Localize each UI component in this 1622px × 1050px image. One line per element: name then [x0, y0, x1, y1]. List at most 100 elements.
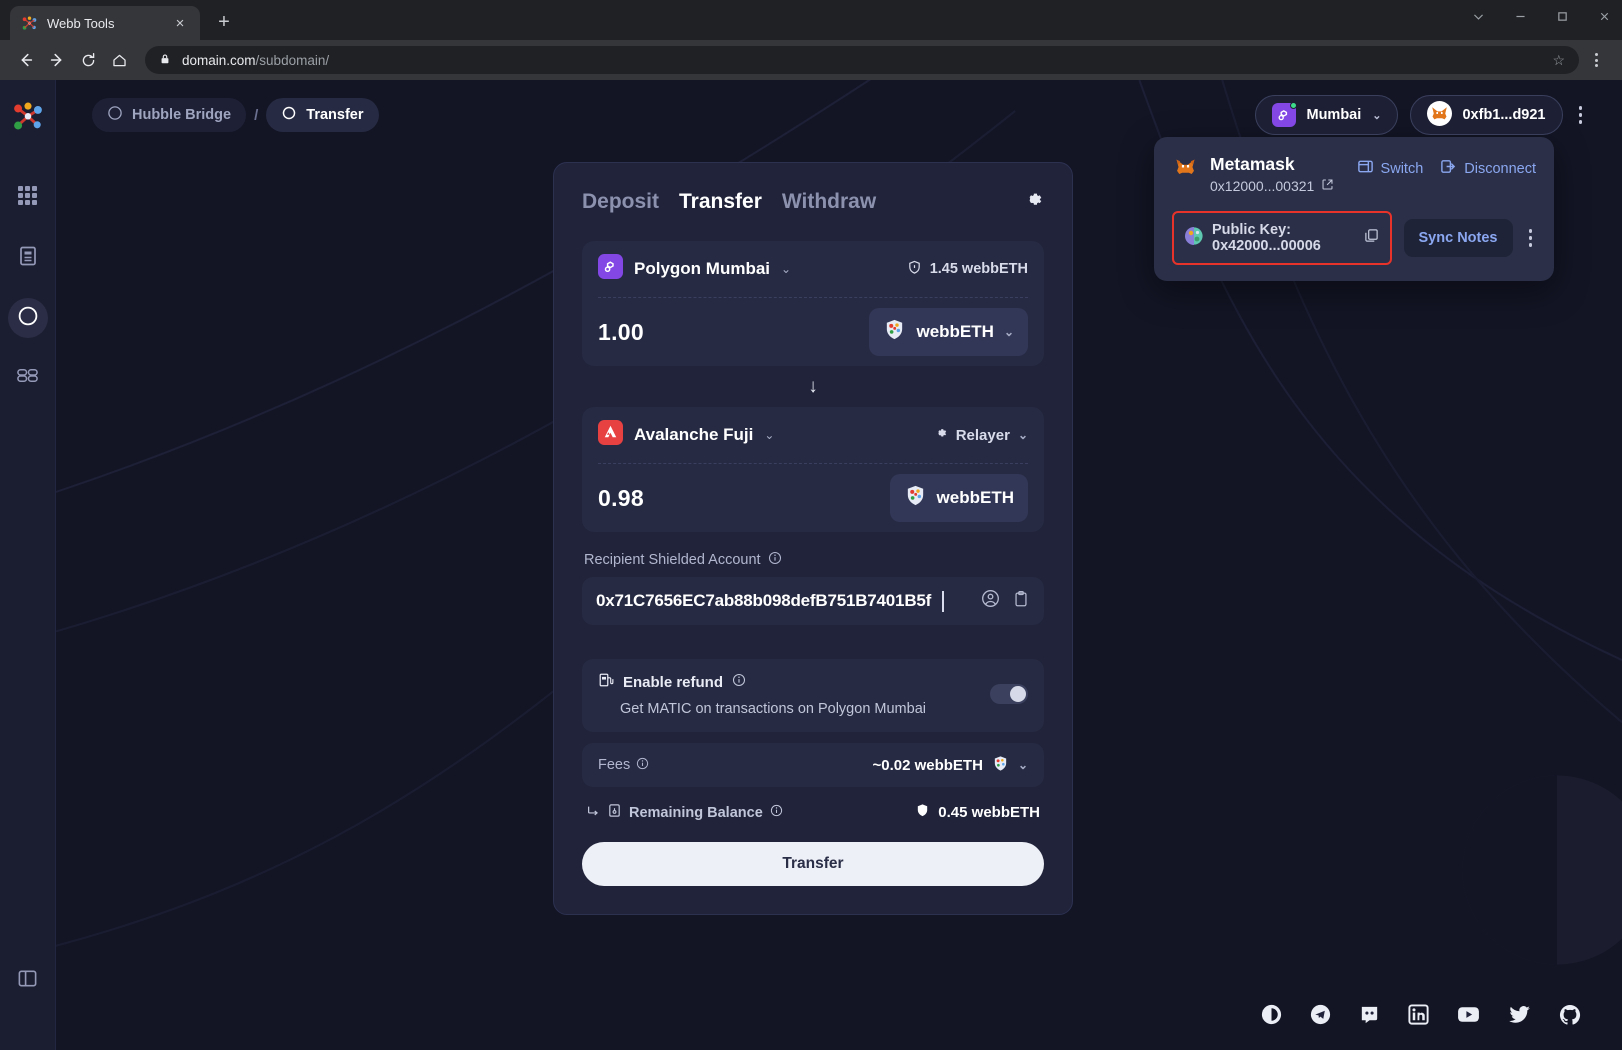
- address-bar[interactable]: domain.com/subdomain/ ☆: [145, 46, 1579, 74]
- info-icon[interactable]: [732, 673, 746, 691]
- identicon-icon: [1185, 226, 1203, 249]
- relayer-selector[interactable]: Relayer ⌄: [934, 426, 1028, 444]
- destination-token: webbETH: [889, 474, 1028, 522]
- topbar-actions: Mumbai ⌄ 0xfb1...d921: [1255, 95, 1586, 135]
- browser-menu-icon[interactable]: [1582, 46, 1610, 74]
- transfer-submit-button[interactable]: Transfer: [582, 842, 1044, 886]
- copy-icon[interactable]: [1364, 228, 1379, 247]
- source-balance-value: 1.45 webbETH: [929, 261, 1028, 277]
- home-icon[interactable]: [105, 46, 133, 74]
- account-circle-icon[interactable]: [981, 589, 1000, 613]
- destination-amount: 0.98: [598, 484, 644, 511]
- recipient-label: Recipient Shielded Account: [584, 551, 1044, 569]
- relayer-label: Relayer: [955, 426, 1010, 444]
- new-tab-button[interactable]: +: [209, 7, 239, 37]
- wallet-address[interactable]: 0x12000...00321: [1210, 178, 1334, 194]
- breadcrumb-label: Transfer: [306, 107, 364, 123]
- corner-down-right-icon: [586, 804, 600, 822]
- tab-withdraw[interactable]: Withdraw: [782, 190, 876, 214]
- webb-logo-icon[interactable]: [11, 100, 45, 134]
- reload-icon[interactable]: [74, 46, 102, 74]
- destination-chain-selector[interactable]: Avalanche Fuji ⌄: [598, 420, 774, 450]
- info-icon[interactable]: [768, 551, 782, 569]
- metamask-fox-icon: [1172, 154, 1199, 194]
- bookmark-icon[interactable]: ☆: [1552, 52, 1565, 69]
- chevron-down-icon: ⌄: [1003, 325, 1014, 339]
- webb-commit-icon[interactable]: [1260, 1003, 1283, 1031]
- document-icon: [17, 245, 39, 272]
- tab-strip: Webb Tools × +: [0, 0, 1622, 40]
- clipboard-icon[interactable]: [1012, 590, 1030, 613]
- external-link-icon[interactable]: [1321, 178, 1334, 194]
- refund-subtitle: Get MATIC on transactions on Polygon Mum…: [620, 701, 926, 717]
- info-icon[interactable]: [770, 804, 783, 821]
- disconnect-button[interactable]: Disconnect: [1440, 158, 1536, 179]
- telegram-icon[interactable]: [1309, 1003, 1332, 1031]
- tab-transfer[interactable]: Transfer: [679, 190, 762, 214]
- source-token-name: webbETH: [916, 322, 994, 341]
- polygon-icon: [1272, 102, 1298, 127]
- chevron-down-icon[interactable]: [1468, 4, 1488, 28]
- youtube-icon[interactable]: [1456, 1002, 1481, 1032]
- tab-title: Webb Tools: [47, 15, 115, 31]
- lock-icon: [159, 53, 171, 68]
- maximize-icon[interactable]: [1552, 4, 1572, 28]
- breadcrumb-item-transfer[interactable]: Transfer: [266, 98, 379, 132]
- more-vertical-icon[interactable]: [1525, 225, 1537, 251]
- sidebar-item-hubble-bridge[interactable]: [7, 298, 48, 338]
- network-selector[interactable]: Mumbai ⌄: [1255, 95, 1399, 135]
- chevron-down-icon: ⌄: [1017, 428, 1028, 442]
- remaining-balance-row: Remaining Balance 0.45 webbETH: [582, 803, 1044, 822]
- browser-tab[interactable]: Webb Tools ×: [10, 6, 200, 40]
- fees-row[interactable]: Fees ~0.02 webbETH ⌄: [582, 743, 1044, 787]
- account-selector[interactable]: 0xfb1...d921: [1410, 95, 1563, 135]
- info-icon[interactable]: [636, 757, 649, 774]
- breadcrumb-label: Hubble Bridge: [132, 107, 232, 123]
- webb-watermark-icon: [1462, 775, 1622, 965]
- sidebar-item-collapse[interactable]: [17, 968, 38, 994]
- source-amount-input[interactable]: 1.00: [598, 319, 644, 346]
- sync-notes-button[interactable]: Sync Notes: [1403, 218, 1513, 257]
- breadcrumb-item-hubble-bridge[interactable]: Hubble Bridge: [92, 98, 247, 132]
- twitter-icon[interactable]: [1507, 1002, 1532, 1032]
- webb-shield-icon: [992, 755, 1009, 776]
- gear-icon[interactable]: [1023, 189, 1044, 215]
- linkedin-icon[interactable]: [1407, 1003, 1430, 1031]
- switch-wallet-button[interactable]: Switch: [1357, 158, 1423, 179]
- remaining-label: Remaining Balance: [629, 804, 763, 821]
- refund-toggle[interactable]: [990, 684, 1028, 704]
- github-icon[interactable]: [1558, 1003, 1582, 1032]
- source-panel: Polygon Mumbai ⌄ 1.45 webbETH 1.00 webbE…: [582, 241, 1044, 366]
- sidebar-item-apps-grid[interactable]: [8, 178, 48, 218]
- wallet-address-text: 0x12000...00321: [1210, 177, 1315, 194]
- network-label: Mumbai: [1306, 107, 1362, 123]
- sidebar-item-statistics[interactable]: [8, 238, 48, 278]
- close-icon[interactable]: [1594, 4, 1614, 28]
- source-token-selector[interactable]: webbETH ⌄: [869, 308, 1028, 356]
- discord-icon[interactable]: [1358, 1003, 1381, 1031]
- switch-wallet-icon: [1357, 158, 1374, 179]
- close-icon[interactable]: ×: [171, 14, 189, 32]
- minimize-icon[interactable]: [1510, 4, 1530, 28]
- browser-window: Webb Tools × + domain.com/subdomain/ ☆ H…: [0, 0, 1622, 1050]
- webb-shield-icon: [883, 318, 906, 346]
- sidebar-item-bridge[interactable]: [8, 358, 48, 398]
- back-icon[interactable]: [12, 46, 40, 74]
- more-vertical-icon[interactable]: [1575, 102, 1587, 128]
- tab-deposit[interactable]: Deposit: [582, 190, 659, 214]
- text-caret: [942, 590, 944, 612]
- chevron-down-icon[interactable]: ⌄: [1018, 758, 1028, 772]
- gas-pump-icon: [598, 672, 614, 692]
- bridge-icon: [16, 364, 39, 392]
- forward-icon[interactable]: [43, 46, 71, 74]
- breadcrumb-separator: /: [254, 106, 259, 124]
- public-key-row[interactable]: Public Key: 0x42000...00006: [1172, 210, 1392, 265]
- refund-title-row: Enable refund: [598, 672, 990, 692]
- source-chain-selector[interactable]: Polygon Mumbai ⌄: [598, 254, 791, 284]
- destination-panel: Avalanche Fuji ⌄ Relayer ⌄ 0.98 webbETH: [582, 407, 1044, 532]
- fees-label-text: Fees: [598, 757, 631, 773]
- recipient-input[interactable]: 0x71C7656EC7ab88b098defB751B7401B5f: [582, 577, 1044, 625]
- metamask-fox-icon: [1427, 100, 1453, 130]
- panel-collapse-icon: [17, 970, 38, 993]
- moon-circle-icon: [107, 105, 123, 125]
